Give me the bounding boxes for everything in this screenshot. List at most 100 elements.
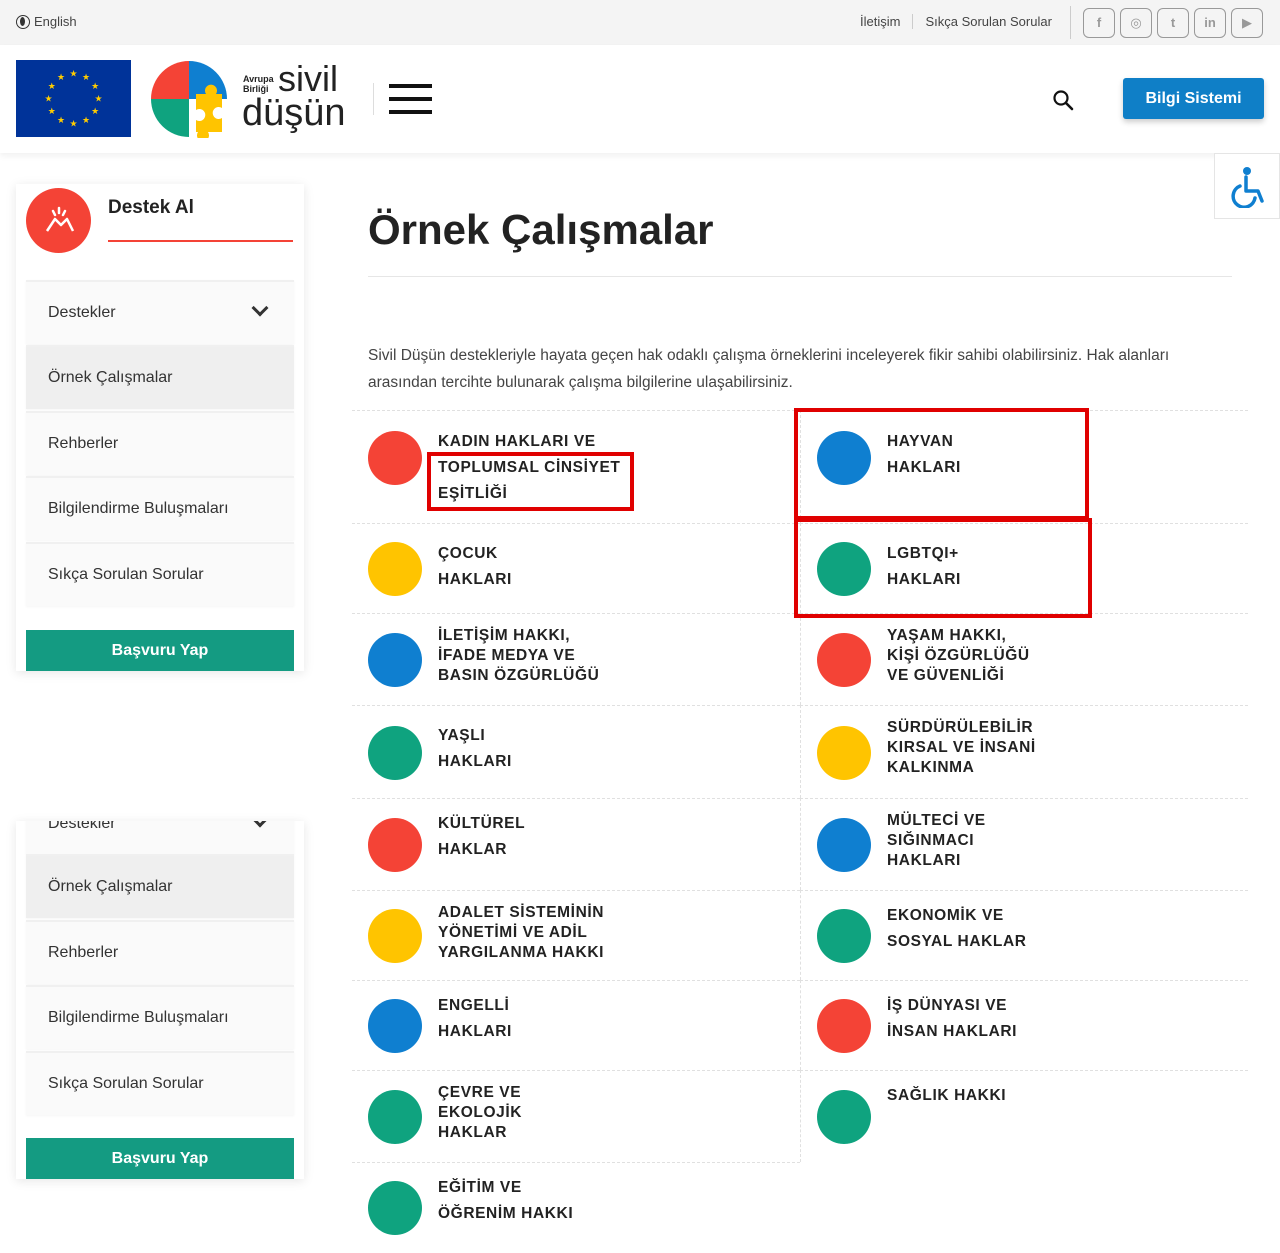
sidebar-item-sss[interactable]: Sıkça Sorulan Sorular xyxy=(26,542,294,606)
category-item[interactable]: ÇEVRE VE EKOLOJİK HAKLAR xyxy=(352,1070,800,1162)
eu-star-icon: ★ xyxy=(69,69,77,79)
sidebar-title: Destek Al xyxy=(108,197,194,218)
chevron-down-icon xyxy=(251,821,269,828)
category-item[interactable]: ADALET SİSTEMİNİN YÖNETİMİ VE ADİL YARGILA… xyxy=(352,890,800,980)
category-label: İŞ DÜNYASI VE İNSAN HAKLARI xyxy=(887,993,1017,1045)
instagram-icon[interactable]: ◎ xyxy=(1120,7,1152,38)
sidebar-item-label: Rehberler xyxy=(48,944,119,961)
eu-stars-icon: ★ ★★★★★★★★★★★ xyxy=(44,69,102,129)
sidebar-item-ornek-calismalar[interactable]: Örnek Çalışmalar xyxy=(26,345,294,409)
eu-star-icon: ★ xyxy=(82,72,90,82)
category-label-line: ÇOCUK xyxy=(438,545,498,562)
sidebar-item-bilgilendirme[interactable]: Bilgilendirme Buluşmaları xyxy=(26,476,294,540)
puzzle-logo-icon[interactable] xyxy=(150,60,228,138)
category-label-line: HAKLARI xyxy=(438,1023,512,1040)
category-item[interactable]: EKONOMİK VE SOSYAL HAKLAR xyxy=(800,890,1248,980)
category-label: KÜLTÜREL HAKLAR xyxy=(438,811,525,863)
facebook-icon[interactable]: f xyxy=(1083,7,1115,38)
sidebar-item-rehberler[interactable]: Rehberler xyxy=(26,411,294,475)
category-label-line: İŞ DÜNYASI VE xyxy=(887,997,1008,1014)
category-label-line: KIRSAL VE İNSANİ xyxy=(887,739,1036,756)
menu-icon[interactable] xyxy=(389,84,432,114)
category-label-line: EĞİTİM VE xyxy=(438,1179,522,1196)
apply-button[interactable]: Başvuru Yap xyxy=(26,630,294,671)
category-label-line: KÜLTÜREL xyxy=(438,815,526,832)
category-dot xyxy=(368,542,422,596)
information-system-button[interactable]: Bilgi Sistemi xyxy=(1123,78,1264,119)
category-label: MÜLTECİ VE SIĞINMACI HAKLARI xyxy=(887,811,986,871)
contact-link[interactable]: İletişim xyxy=(858,14,912,29)
sidebar-item-label: Destekler xyxy=(48,821,116,832)
category-label-line: İFADE MEDYA VE xyxy=(438,647,576,664)
category-label-line: HAKLAR xyxy=(438,841,508,858)
category-dot xyxy=(368,909,422,963)
eu-star-icon: ★ xyxy=(69,119,77,129)
category-label: ADALET SİSTEMİNİN YÖNETİMİ VE ADİL YARGILA… xyxy=(438,903,604,963)
category-label-line: YÖNETİMİ VE ADİL xyxy=(438,924,588,941)
eu-star-icon: ★ xyxy=(91,106,99,116)
sidebar-item-bilgilendirme[interactable]: Bilgilendirme Buluşmaları xyxy=(26,985,294,1049)
category-dot xyxy=(817,633,871,687)
category-item[interactable]: EĞİTİM VE ÖĞRENİM HAKKI xyxy=(352,1162,800,1252)
category-item[interactable]: SAĞLIK HAKKI xyxy=(800,1070,1248,1162)
sidebar-item-label: Sıkça Sorulan Sorular xyxy=(48,566,204,583)
category-item[interactable]: YAŞLI HAKLARI xyxy=(352,705,800,798)
category-dot xyxy=(368,999,422,1053)
category-label-line: SAĞLIK HAKKI xyxy=(887,1087,1007,1104)
support-sidebar: Destek Al Destekler Örnek Çalışmalar Reh… xyxy=(16,184,304,671)
eu-star-icon: ★ xyxy=(57,115,65,125)
eu-flag-logo: ★ ★ ★ ★ ★ ★ ★ ★ ★ ★ ★ ★ xyxy=(16,60,131,137)
category-item[interactable]: YAŞAM HAKKI, KİŞİ ÖZGÜRLÜĞÜ VE GÜVENLİĞİ xyxy=(800,613,1248,705)
top-bar: English İletişim Sıkça Sorulan Sorular f… xyxy=(0,0,1280,45)
category-item[interactable]: İŞ DÜNYASI VE İNSAN HAKLARI xyxy=(800,980,1248,1070)
sidebar-item-sss[interactable]: Sıkça Sorulan Sorular xyxy=(26,1051,294,1115)
language-switcher[interactable]: English xyxy=(16,14,77,29)
category-label-line: HAKLARI xyxy=(438,753,512,770)
category-item[interactable]: SÜRDÜRÜLEBİLİR KIRSAL VE İNSANİ KALKINMA xyxy=(800,705,1248,798)
category-item[interactable]: İLETİŞİM HAKKI, İFADE MEDYA VE BASIN ÖZGÜR… xyxy=(352,613,800,705)
page-title: Örnek Çalışmalar xyxy=(368,206,714,253)
sidebar-item-label: Bilgilendirme Buluşmaları xyxy=(48,500,229,517)
category-label: İLETİŞİM HAKKI, İFADE MEDYA VE BASIN ÖZGÜR… xyxy=(438,626,599,686)
social-links: f ◎ t in ▶ xyxy=(1070,6,1263,39)
category-label-line: EKOLOJİK xyxy=(438,1104,523,1121)
category-item[interactable]: MÜLTECİ VE SIĞINMACI HAKLARI xyxy=(800,798,1248,890)
category-label-line: BASIN ÖZGÜRLÜĞÜ xyxy=(438,667,600,684)
sidebar-item-destekler[interactable]: Destekler xyxy=(26,280,294,344)
category-label-line: İLETİŞİM HAKKI, xyxy=(438,627,571,644)
sidebar-item-ornek-calismalar[interactable]: Örnek Çalışmalar xyxy=(26,854,294,918)
category-dot xyxy=(817,999,871,1053)
eu-star-icon: ★ xyxy=(91,81,99,91)
youtube-icon[interactable]: ▶ xyxy=(1231,7,1263,38)
sidebar-title-underline xyxy=(108,240,293,242)
category-item[interactable]: KÜLTÜREL HAKLAR xyxy=(352,798,800,890)
category-label: YAŞLI HAKLARI xyxy=(438,723,512,775)
sidebar-item-destekler[interactable]: Destekler xyxy=(26,821,294,855)
twitter-icon[interactable]: t xyxy=(1157,7,1189,38)
handshake-icon xyxy=(26,188,91,253)
accessibility-button[interactable] xyxy=(1214,153,1280,219)
category-label: EĞİTİM VE ÖĞRENİM HAKKI xyxy=(438,1175,573,1227)
apply-button[interactable]: Başvuru Yap xyxy=(26,1138,294,1179)
linkedin-icon[interactable]: in xyxy=(1194,7,1226,38)
search-icon[interactable] xyxy=(1052,89,1074,111)
sidebar-item-rehberler[interactable]: Rehberler xyxy=(26,920,294,984)
faq-link[interactable]: Sıkça Sorulan Sorular xyxy=(912,14,1063,29)
eu-star-icon: ★ xyxy=(48,106,56,116)
category-dot xyxy=(368,818,422,872)
category-label-line: SIĞINMACI xyxy=(887,832,975,849)
category-label: ENGELLİ HAKLARI xyxy=(438,993,512,1045)
category-label: EKONOMİK VE SOSYAL HAKLAR xyxy=(887,903,1027,955)
sidebar-item-label: Bilgilendirme Buluşmaları xyxy=(48,1009,229,1026)
site-header: ★ ★ ★ ★ ★ ★ ★ ★ ★ ★ ★ ★ Avrupa Birliği sivil düşün … xyxy=(0,45,1280,153)
category-label-line: MÜLTECİ VE xyxy=(887,812,986,829)
category-label-line: VE GÜVENLİĞİ xyxy=(887,667,1005,684)
category-item[interactable]: ÇOCUK HAKLARI xyxy=(352,523,800,613)
title-divider xyxy=(368,276,1232,277)
category-label-line: KALKINMA xyxy=(887,759,975,776)
category-item[interactable]: ENGELLİ HAKLARI xyxy=(352,980,800,1070)
eu-star-icon: ★ xyxy=(82,115,90,125)
category-label-line: ÇEVRE VE xyxy=(438,1084,522,1101)
header-divider xyxy=(373,83,374,115)
top-links: İletişim Sıkça Sorulan Sorular xyxy=(858,14,1064,29)
